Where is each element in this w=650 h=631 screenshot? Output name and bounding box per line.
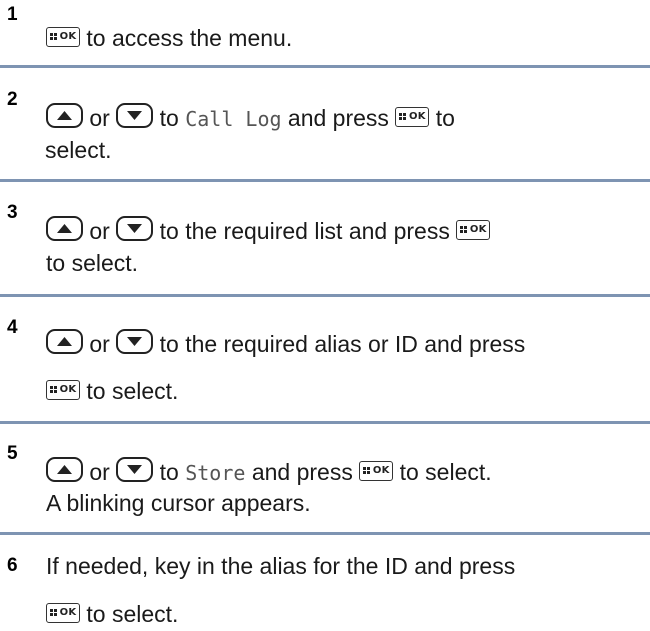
step-text: or to Store and press OK to select. — [46, 455, 646, 490]
step-number: 3 — [7, 202, 18, 223]
ok-key-icon: OK — [46, 602, 80, 623]
divider — [0, 179, 650, 182]
divider — [0, 65, 650, 68]
up-arrow-key-icon — [46, 216, 83, 242]
step-text-line2: select. — [45, 137, 112, 163]
menu-item-store: Store — [185, 461, 246, 485]
step-text-line2: OK to select. — [46, 374, 646, 408]
step-number: 6 — [7, 555, 18, 576]
procedure-steps: 1 OK to access the menu. 2 or to Call Lo… — [0, 0, 650, 627]
step-text-line2: A blinking cursor appears. — [46, 490, 311, 516]
ok-key-icon: OK — [456, 219, 491, 240]
divider — [0, 421, 650, 424]
step-number: 1 — [7, 4, 18, 25]
ok-key-icon: OK — [359, 460, 394, 481]
ok-key-icon: OK — [46, 379, 80, 400]
step-text: or to Call Log and press OK to — [46, 101, 646, 136]
ok-key-icon: OK — [395, 106, 430, 127]
step-text-line2: OK to select. — [46, 597, 646, 631]
up-arrow-key-icon — [46, 329, 83, 355]
divider — [0, 294, 650, 297]
step-number: 2 — [7, 89, 18, 110]
down-arrow-key-icon — [116, 329, 154, 355]
step-text: or to the required alias or ID and press — [46, 327, 646, 361]
step-text: or to the required list and press OK — [46, 214, 646, 248]
up-arrow-key-icon — [46, 457, 83, 483]
down-arrow-key-icon — [116, 216, 154, 242]
menu-item-call-log: Call Log — [185, 107, 282, 131]
step-text: OK to access the menu. — [46, 21, 646, 55]
step-text: If needed, key in the alias for the ID a… — [46, 553, 516, 579]
step-number: 4 — [7, 317, 18, 338]
down-arrow-key-icon — [116, 457, 154, 483]
step-number: 5 — [7, 443, 18, 464]
ok-key-icon: OK — [46, 26, 80, 47]
down-arrow-key-icon — [116, 103, 154, 129]
up-arrow-key-icon — [46, 103, 83, 129]
divider — [0, 532, 650, 535]
step-text-line2: to select. — [46, 250, 139, 276]
